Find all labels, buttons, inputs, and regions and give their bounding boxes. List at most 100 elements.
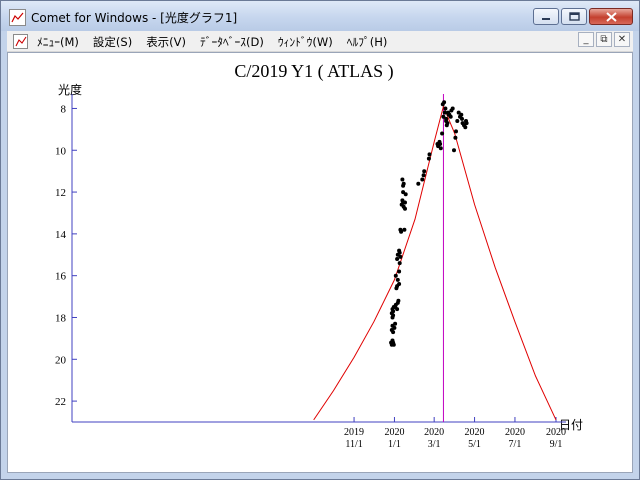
- data-point: [392, 325, 397, 330]
- data-point: [396, 298, 401, 303]
- data-point: [421, 173, 426, 178]
- mdi-caption-buttons: _ ⧉ ✕: [576, 32, 630, 47]
- maximize-button[interactable]: [561, 8, 587, 25]
- data-point: [416, 181, 421, 186]
- title-bar[interactable]: Comet for Windows - [光度グラフ1]: [1, 1, 639, 31]
- data-point: [452, 148, 456, 153]
- data-point: [463, 125, 468, 130]
- data-point: [403, 200, 407, 205]
- x-tick-year-0: 2019: [344, 427, 364, 438]
- data-point: [397, 269, 402, 274]
- data-point: [391, 309, 396, 314]
- data-point: [420, 177, 425, 182]
- x-tick-year-5: 2020: [546, 427, 566, 438]
- data-point: [403, 206, 407, 211]
- data-point: [402, 227, 407, 232]
- caption-buttons: [531, 8, 633, 25]
- x-tick-md-0: 11/1: [345, 439, 362, 450]
- light-curve-chart: C/2019 Y1 ( ATLAS ) 光度 日付 81012141618202…: [55, 61, 583, 450]
- data-point: [397, 261, 402, 266]
- data-point: [438, 146, 443, 151]
- y-tick-label-3: 14: [55, 229, 67, 241]
- axes: 810121416182022201911/120201/120203/1202…: [55, 94, 566, 450]
- x-tick-year-4: 2020: [505, 427, 525, 438]
- x-tick-md-4: 7/1: [509, 439, 522, 450]
- close-button[interactable]: [589, 8, 633, 25]
- mdi-document-icon[interactable]: [13, 34, 28, 49]
- data-point: [426, 156, 431, 161]
- close-icon: [605, 11, 617, 22]
- menu-item-0[interactable]: ﾒﾆｭｰ(M): [37, 34, 79, 50]
- menu-item-2[interactable]: 表示(V): [146, 34, 186, 50]
- app-window: Comet for Windows - [光度グラフ1] ﾒﾆｭｰ(M) 設定(S…: [0, 0, 640, 480]
- data-point: [393, 273, 398, 278]
- data-point: [460, 116, 464, 121]
- minimize-icon: _: [583, 34, 589, 45]
- x-tick-year-3: 2020: [465, 427, 485, 438]
- menu-items: ﾒﾆｭｰ(M) 設定(S) 表示(V) ﾃﾞｰﾀﾍﾞｰｽ(D) ｳｨﾝﾄﾞｳ(W) ﾍﾙﾌ…: [37, 34, 401, 50]
- data-point: [395, 307, 400, 312]
- menu-item-1[interactable]: 設定(S): [93, 34, 132, 50]
- data-point: [390, 315, 395, 320]
- restore-icon: ⧉: [600, 34, 608, 45]
- graph-window: C/2019 Y1 ( ATLAS ) 光度 日付 8 10 12 14 16 18 20 2…: [7, 52, 633, 473]
- close-icon: ✕: [617, 34, 627, 45]
- data-point: [391, 342, 396, 347]
- menu-item-4[interactable]: ｳｨﾝﾄﾞｳ(W): [278, 34, 333, 50]
- data-point: [438, 142, 443, 146]
- y-tick-label-0: 8: [61, 103, 67, 115]
- predicted-light-curve: [313, 104, 557, 421]
- data-point: [400, 177, 405, 182]
- x-tick-year-2: 2020: [424, 427, 444, 438]
- data-point: [401, 181, 406, 186]
- data-point: [444, 116, 449, 121]
- minimize-button[interactable]: [533, 8, 559, 25]
- data-point: [448, 114, 453, 119]
- data-point: [443, 106, 448, 111]
- data-point: [399, 229, 404, 234]
- data-point: [427, 152, 432, 157]
- data-point: [442, 100, 447, 105]
- y-tick-label-2: 12: [55, 187, 66, 199]
- mdi-minimize-button[interactable]: _: [578, 32, 594, 47]
- menu-item-5[interactable]: ﾍﾙﾌﾟ(H): [347, 34, 388, 50]
- app-icon[interactable]: [9, 9, 26, 26]
- chart-title: C/2019 Y1 ( ATLAS ): [234, 61, 393, 82]
- x-tick-md-3: 5/1: [468, 439, 481, 450]
- mdi-restore-button[interactable]: ⧉: [596, 32, 612, 47]
- minimize-icon: [542, 17, 550, 20]
- y-tick-label-7: 22: [55, 396, 66, 408]
- data-point: [397, 250, 402, 255]
- data-point: [453, 135, 458, 140]
- data-point: [391, 305, 396, 309]
- maximize-icon: [568, 12, 580, 21]
- y-tick-label-6: 20: [55, 354, 67, 366]
- y-tick-label-1: 10: [55, 145, 67, 157]
- data-point: [450, 106, 455, 111]
- y-axis-label: 光度: [58, 82, 82, 97]
- x-tick-md-2: 3/1: [428, 439, 441, 450]
- observation-points-layer: [389, 100, 469, 347]
- data-point: [395, 277, 400, 282]
- data-point: [440, 131, 445, 136]
- data-point: [393, 321, 398, 326]
- x-tick-md-1: 1/1: [388, 439, 401, 450]
- data-point: [395, 284, 400, 289]
- menu-item-3[interactable]: ﾃﾞｰﾀﾍﾞｰｽ(D): [200, 34, 264, 50]
- data-point: [403, 192, 408, 197]
- data-point: [464, 121, 469, 126]
- data-point: [422, 169, 427, 174]
- menu-bar: ﾒﾆｭｰ(M) 設定(S) 表示(V) ﾃﾞｰﾀﾍﾞｰｽ(D) ｳｨﾝﾄﾞｳ(W) ﾍﾙﾌ…: [7, 31, 633, 52]
- data-point: [444, 123, 449, 128]
- data-point: [391, 330, 396, 335]
- data-point: [459, 112, 464, 117]
- y-tick-label-5: 18: [55, 312, 67, 324]
- data-point: [454, 129, 458, 134]
- data-point: [395, 257, 400, 261]
- x-tick-year-1: 2020: [384, 427, 404, 438]
- x-tick-md-5: 9/1: [550, 439, 563, 450]
- mdi-close-button[interactable]: ✕: [614, 32, 630, 47]
- data-point: [455, 119, 460, 123]
- y-tick-label-4: 16: [55, 271, 67, 283]
- predicted-curve-layer: [313, 104, 557, 421]
